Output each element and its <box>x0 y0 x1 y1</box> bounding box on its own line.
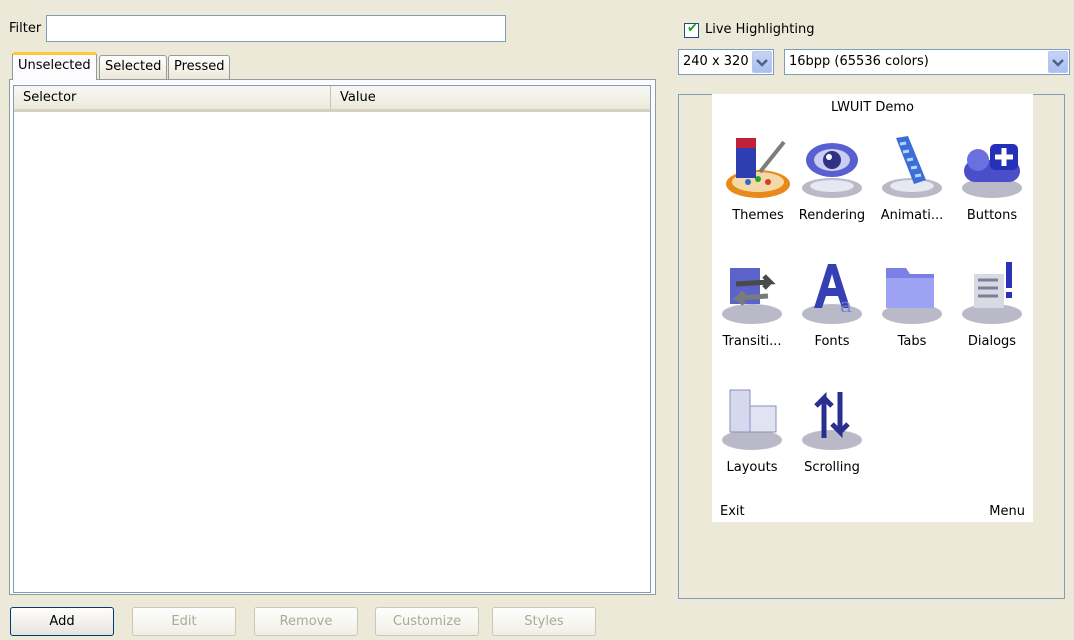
themes-icon <box>726 138 790 198</box>
app-tabs[interactable]: Tabs <box>870 258 954 349</box>
resolution-value: 240 x 320 <box>683 54 749 69</box>
app-rendering[interactable]: Rendering <box>790 132 874 223</box>
app-label: Tabs <box>897 334 927 349</box>
buttons-icon <box>962 144 1022 198</box>
app-label: Transiti... <box>722 334 782 349</box>
app-label: Themes <box>732 208 784 223</box>
layouts-icon <box>722 389 782 450</box>
color-depth-value: 16bpp (65536 colors) <box>789 54 929 69</box>
live-highlighting-checkbox[interactable]: ✔ <box>684 21 699 38</box>
edit-button[interactable]: Edit <box>132 607 236 636</box>
softkey-menu[interactable]: Menu <box>989 504 1025 519</box>
device-preview[interactable]: LWUIT Demo Themes Rendering Animati... B… <box>712 94 1033 522</box>
app-animations[interactable]: Animati... <box>870 132 954 223</box>
animations-icon <box>882 136 942 198</box>
app-layouts[interactable]: Layouts <box>710 384 794 475</box>
softkey-exit[interactable]: Exit <box>720 504 745 519</box>
table-header: Selector Value <box>14 86 650 112</box>
scrolling-icon <box>802 391 862 450</box>
styles-button[interactable]: Styles <box>492 607 596 636</box>
live-highlighting-label[interactable]: Live Highlighting <box>705 22 814 37</box>
app-label: Scrolling <box>804 460 860 475</box>
color-depth-select[interactable]: 16bpp (65536 colors) <box>784 49 1070 75</box>
app-themes[interactable]: Themes <box>716 132 800 223</box>
filter-input[interactable] <box>46 15 506 42</box>
resolution-select[interactable]: 240 x 320 <box>678 49 774 75</box>
add-button[interactable]: Add <box>10 607 114 636</box>
svg-text:a: a <box>840 293 852 317</box>
column-header-selector[interactable]: Selector <box>14 86 331 109</box>
style-table[interactable]: Selector Value <box>13 85 651 593</box>
chevron-down-icon[interactable] <box>752 51 772 73</box>
app-label: Animati... <box>880 208 944 223</box>
rendering-icon <box>802 143 862 198</box>
tab-unselected[interactable]: Unselected <box>12 52 97 80</box>
column-header-value[interactable]: Value <box>331 86 650 109</box>
tab-selected[interactable]: Selected <box>99 55 168 79</box>
app-label: Dialogs <box>967 334 1017 349</box>
fonts-icon: a <box>802 264 862 324</box>
remove-button[interactable]: Remove <box>254 607 358 636</box>
dialogs-icon <box>962 262 1022 324</box>
app-dialogs[interactable]: Dialogs <box>950 258 1034 349</box>
app-fonts[interactable]: a Fonts <box>790 258 874 349</box>
preview-title: LWUIT Demo <box>831 100 914 115</box>
app-label: Fonts <box>814 334 850 349</box>
chevron-down-icon[interactable] <box>1048 51 1068 73</box>
filter-label: Filter <box>9 21 42 36</box>
tab-pressed[interactable]: Pressed <box>168 55 231 79</box>
app-scrolling[interactable]: Scrolling <box>790 384 874 475</box>
check-icon: ✔ <box>687 21 698 36</box>
tabs-icon <box>882 268 942 324</box>
app-transitions[interactable]: Transiti... <box>710 258 794 349</box>
app-label: Buttons <box>966 208 1018 223</box>
transitions-icon <box>722 268 782 324</box>
app-label: Layouts <box>726 460 778 475</box>
app-buttons[interactable]: Buttons <box>950 132 1034 223</box>
app-label: Rendering <box>798 208 866 223</box>
customize-button[interactable]: Customize <box>375 607 479 636</box>
